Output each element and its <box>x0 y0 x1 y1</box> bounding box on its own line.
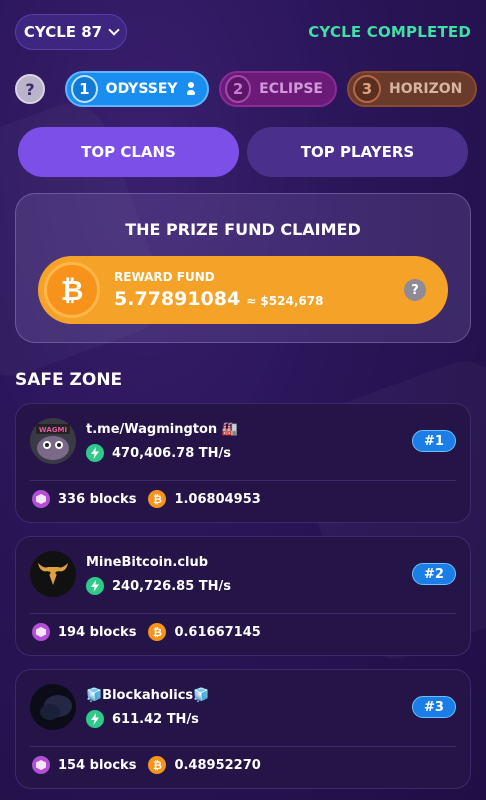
clan-stats: 194 blocks ₿ 0.61667145 <box>32 623 261 641</box>
clan-card[interactable]: MineBitcoin.club 240,726.85 TH/s #2 194 … <box>15 536 471 656</box>
league-tab-eclipse[interactable]: 2 ECLIPSE <box>219 71 337 107</box>
hashrate-value: 470,406.78 TH/s <box>112 445 231 461</box>
safe-zone-title: SAFE ZONE <box>15 370 123 390</box>
prize-fund-card: THE PRIZE FUND CLAIMED ₿ REWARD FUND 5.7… <box>15 193 471 343</box>
league-name: ODYSSEY <box>105 81 178 97</box>
bitcoin-icon: ₿ <box>148 756 167 774</box>
bolt-icon <box>86 577 104 595</box>
avatar <box>30 551 76 597</box>
divider <box>30 480 456 481</box>
blocks-count: 336 blocks <box>58 491 137 507</box>
avatar: WAGMI <box>30 418 76 464</box>
bolt-icon <box>86 710 104 728</box>
clan-header: WAGMI t.me/Wagmington 🏭 470,406.78 TH/s … <box>30 418 456 468</box>
clan-card[interactable]: WAGMI t.me/Wagmington 🏭 470,406.78 TH/s … <box>15 403 471 523</box>
bolt-icon <box>86 444 104 462</box>
league-row: ? 1 ODYSSEY 2 ECLIPSE 3 HORIZON <box>15 71 486 107</box>
help-icon[interactable]: ? <box>404 279 426 301</box>
rank-badge: #2 <box>412 563 456 585</box>
tab-top-clans[interactable]: TOP CLANS <box>18 127 239 177</box>
header: CYCLE 87 CYCLE COMPLETED <box>15 14 471 50</box>
reward-usd: ≈ $524,678 <box>246 294 324 308</box>
clan-card[interactable]: 🧊Blockaholics🧊 611.42 TH/s #3 154 blocks… <box>15 669 471 789</box>
clan-header: MineBitcoin.club 240,726.85 TH/s #2 <box>30 551 456 601</box>
bitcoin-icon: ₿ <box>148 623 167 641</box>
reward-fund-bar: ₿ REWARD FUND 5.77891084 ≈ $524,678 ? <box>38 256 448 324</box>
btc-value: 1.06804953 <box>174 491 261 507</box>
rank-badge: #3 <box>412 696 456 718</box>
blocks-count: 194 blocks <box>58 624 137 640</box>
league-tab-odyssey[interactable]: 1 ODYSSEY <box>65 71 209 107</box>
reward-text: REWARD FUND 5.77891084 ≈ $524,678 <box>114 270 323 310</box>
reward-label: REWARD FUND <box>114 270 215 284</box>
help-icon[interactable]: ? <box>15 74 45 104</box>
hashrate-value: 240,726.85 TH/s <box>112 578 231 594</box>
cycle-label: CYCLE 87 <box>23 23 103 41</box>
btc-value: 0.61667145 <box>174 624 261 640</box>
clan-stats: 154 blocks ₿ 0.48952270 <box>32 756 261 774</box>
cube-icon <box>32 623 50 641</box>
clan-name: 🧊Blockaholics🧊 <box>86 688 210 703</box>
person-icon <box>186 82 195 96</box>
clan-hashrate: 611.42 TH/s <box>86 710 199 728</box>
tab-top-players[interactable]: TOP PLAYERS <box>247 127 468 177</box>
blocks-count: 154 blocks <box>58 757 137 773</box>
cycle-status: CYCLE COMPLETED <box>308 23 471 41</box>
clan-name: MineBitcoin.club <box>86 555 209 570</box>
league-tab-horizon[interactable]: 3 HORIZON <box>347 71 477 107</box>
hashrate-value: 611.42 TH/s <box>112 711 199 727</box>
reward-amount: 5.77891084 <box>114 288 241 310</box>
league-number: 2 <box>225 75 252 103</box>
league-name: ECLIPSE <box>259 81 323 97</box>
clan-hashrate: 470,406.78 TH/s <box>86 444 231 462</box>
bitcoin-icon: ₿ <box>148 490 167 508</box>
avatar <box>30 684 76 730</box>
ranking-tabs: TOP CLANS TOP PLAYERS <box>18 127 468 177</box>
btc-value: 0.48952270 <box>174 757 261 773</box>
clan-stats: 336 blocks ₿ 1.06804953 <box>32 490 261 508</box>
clan-header: 🧊Blockaholics🧊 611.42 TH/s #3 <box>30 684 456 734</box>
clan-name: t.me/Wagmington 🏭 <box>86 422 238 437</box>
league-name: HORIZON <box>389 81 463 97</box>
cube-icon <box>32 756 50 774</box>
avatar-text: WAGMI <box>39 426 67 434</box>
bitcoin-icon: ₿ <box>44 262 100 318</box>
divider <box>30 613 456 614</box>
rank-badge: #1 <box>412 430 456 452</box>
clan-hashrate: 240,726.85 TH/s <box>86 577 231 595</box>
league-number: 3 <box>353 75 381 103</box>
reward-amount-row: 5.77891084 ≈ $524,678 <box>114 288 323 310</box>
chevron-down-icon <box>108 24 120 36</box>
cycle-selector[interactable]: CYCLE 87 <box>15 14 127 50</box>
divider <box>30 746 456 747</box>
league-number: 1 <box>71 75 98 103</box>
prize-title: THE PRIZE FUND CLAIMED <box>125 220 361 239</box>
cube-icon <box>32 490 50 508</box>
